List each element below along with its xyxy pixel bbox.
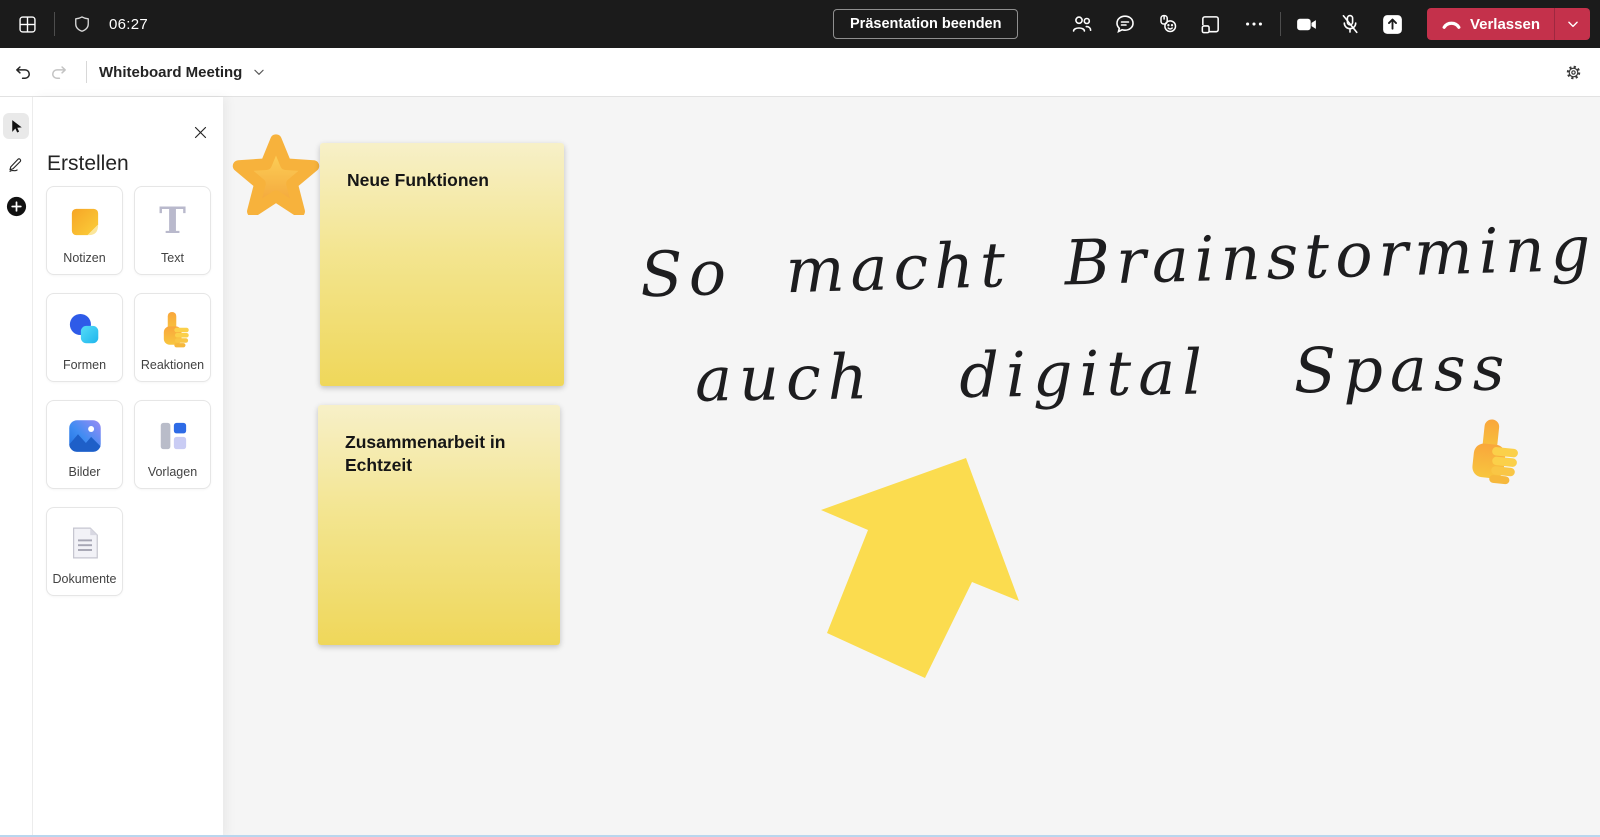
handwriting-ink-line2[interactable]: auch digital Spass xyxy=(695,331,1512,415)
thumbs-up-emoji-sticker[interactable] xyxy=(1450,401,1531,500)
camera-on-icon xyxy=(1297,18,1317,30)
share-tray-icon xyxy=(1383,14,1403,34)
sticky-note[interactable]: Neue Funktionen xyxy=(320,143,564,386)
more-options-button[interactable] xyxy=(1237,7,1271,41)
add-create-button[interactable] xyxy=(3,193,29,219)
select-tool-button[interactable] xyxy=(3,113,29,139)
sticky-note[interactable]: Zusammenarbeit in Echtzeit xyxy=(318,405,560,645)
settings-gear-icon xyxy=(1566,65,1580,79)
image-icon xyxy=(68,420,101,452)
leave-button-label: Verlassen xyxy=(1469,15,1540,33)
undo-icon xyxy=(16,66,30,79)
meeting-bar-right: Verlassen xyxy=(1065,0,1590,48)
add-create-icon xyxy=(6,196,26,216)
grid-layout-icon xyxy=(18,15,36,33)
more-options-icon xyxy=(1245,22,1262,26)
stop-presenting-button[interactable]: Präsentation beenden xyxy=(833,9,1019,39)
sticky-note-text: Zusammenarbeit in Echtzeit xyxy=(345,432,506,475)
star-emoji-sticker[interactable] xyxy=(231,133,321,215)
chat-button[interactable] xyxy=(1108,7,1142,41)
leave-split-button: Verlassen xyxy=(1426,8,1590,40)
chevron-down-icon xyxy=(254,69,264,75)
redo-icon xyxy=(52,66,66,79)
sticky-note-text: Neue Funktionen xyxy=(347,170,489,190)
mic-off-icon xyxy=(1342,14,1358,34)
handwriting-ink-line1[interactable]: So macht Brainstorming xyxy=(639,212,1597,312)
leave-options-chevron[interactable] xyxy=(1554,8,1590,40)
document-icon xyxy=(72,527,98,559)
tile-label: Text xyxy=(161,251,184,265)
whiteboard-toolbar: Whiteboard Meeting xyxy=(0,48,1600,97)
leave-button[interactable]: Verlassen xyxy=(1426,8,1554,40)
close-panel-button[interactable] xyxy=(188,120,212,144)
reactions-icon xyxy=(1160,14,1177,33)
whiteboard-toolbar-left: Whiteboard Meeting xyxy=(8,48,266,96)
text-T-icon: T xyxy=(159,200,186,242)
reactions-button[interactable] xyxy=(1151,7,1185,41)
tile-label: Bilder xyxy=(68,465,101,479)
create-panel-heading: Erstellen xyxy=(47,152,129,175)
grid-layout-button[interactable] xyxy=(10,7,44,41)
tile-reaktionen[interactable]: Reaktionen xyxy=(134,293,211,382)
security-shield-button[interactable] xyxy=(65,7,99,41)
camera-button[interactable] xyxy=(1290,7,1324,41)
tile-label: Reaktionen xyxy=(140,358,205,372)
undo-button[interactable] xyxy=(8,57,38,87)
hang-up-icon xyxy=(1442,21,1461,29)
tile-text[interactable]: T Text xyxy=(134,186,211,275)
template-icon xyxy=(160,422,186,450)
breakout-window-button[interactable] xyxy=(1194,7,1228,41)
share-content-button[interactable] xyxy=(1376,7,1410,41)
arrow-shape-sticker[interactable] xyxy=(785,440,1045,700)
tile-label: Dokumente xyxy=(52,572,117,586)
participants-button[interactable] xyxy=(1065,7,1099,41)
tool-rail xyxy=(0,97,33,837)
divider xyxy=(54,12,55,36)
chat-icon xyxy=(1116,15,1134,33)
shapes-icon xyxy=(69,313,98,344)
tile-label: Notizen xyxy=(63,251,106,265)
tile-dokumente[interactable]: Dokumente xyxy=(46,507,123,596)
tile-vorlagen[interactable]: Vorlagen xyxy=(134,400,211,489)
tile-label: Vorlagen xyxy=(147,465,198,479)
redo-button[interactable] xyxy=(44,57,74,87)
meeting-timer: 06:27 xyxy=(109,15,149,33)
mic-muted-button[interactable] xyxy=(1333,7,1367,41)
meeting-bar-left: 06:27 xyxy=(10,0,148,48)
close-icon xyxy=(194,126,206,138)
whiteboard-canvas[interactable]: Erstellen Notizen T Text Formen Reaktion… xyxy=(0,97,1600,837)
ink-pen-button[interactable] xyxy=(3,152,29,178)
board-title-dropdown[interactable]: Whiteboard Meeting xyxy=(99,64,266,81)
meeting-top-bar: 06:27 Präsentation beenden Verlassen xyxy=(0,0,1600,48)
settings-button[interactable] xyxy=(1558,57,1588,87)
thumbs-up-icon xyxy=(163,311,189,348)
breakout-window-icon xyxy=(1202,15,1220,33)
board-title: Whiteboard Meeting xyxy=(99,63,243,81)
tile-label: Formen xyxy=(62,358,107,372)
tile-formen[interactable]: Formen xyxy=(46,293,123,382)
divider xyxy=(1279,12,1281,36)
inking-pen-icon xyxy=(9,158,22,172)
divider xyxy=(86,61,87,83)
sticky-note-icon xyxy=(71,208,98,236)
tile-notizen[interactable]: Notizen xyxy=(46,186,123,275)
shield-icon xyxy=(75,16,89,32)
tile-bilder[interactable]: Bilder xyxy=(46,400,123,489)
participants-icon xyxy=(1072,16,1092,32)
select-cursor-icon xyxy=(11,119,22,133)
chevron-down-icon xyxy=(1567,21,1578,28)
create-panel: Erstellen Notizen T Text Formen Reaktion… xyxy=(33,97,223,837)
